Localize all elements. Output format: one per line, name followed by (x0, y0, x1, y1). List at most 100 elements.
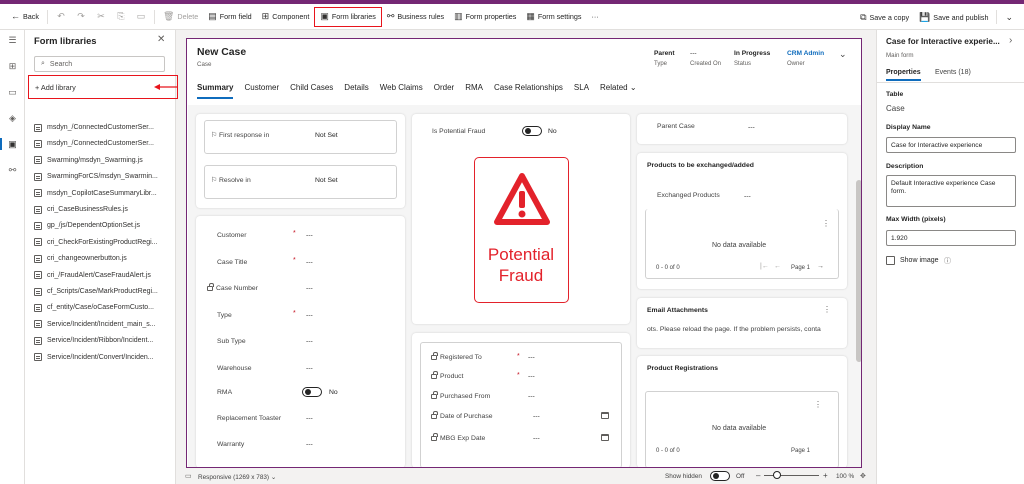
library-item[interactable]: Swarming/msdyn_Swarming.js (34, 154, 166, 167)
table-columns-icon[interactable]: ▭ (6, 86, 19, 99)
library-item[interactable]: msdyn_/ConnectedCustomerSer... (34, 121, 166, 134)
save-copy-button[interactable]: ⧉ Save a copy (855, 7, 914, 27)
customer-value[interactable]: --- (306, 232, 313, 239)
replacement-toaster-value[interactable]: --- (306, 415, 313, 422)
warranty-value[interactable]: --- (306, 441, 313, 448)
description-textarea[interactable]: Default Interactive experience Case form… (886, 175, 1016, 207)
first-page-icon[interactable]: |← (760, 263, 769, 270)
tab-sla[interactable]: SLA (574, 83, 589, 99)
save-publish-button[interactable]: 💾 Save and publish (914, 7, 993, 27)
more-commands-button[interactable]: ··· (586, 7, 603, 27)
case-title-value[interactable]: --- (306, 259, 313, 266)
library-item[interactable]: msdyn_CopilotCaseSummaryLibr... (34, 187, 166, 200)
tab-related[interactable]: Related ⌄ (600, 83, 637, 99)
tab-web-claims[interactable]: Web Claims (380, 83, 423, 99)
header-status[interactable]: In Progress Status (734, 50, 770, 67)
more-options-icon[interactable]: ⋮ (823, 305, 831, 314)
max-width-input[interactable]: 1.920 (886, 230, 1016, 246)
show-hidden-toggle[interactable] (710, 471, 730, 481)
header-created-on[interactable]: --- Created On (690, 50, 721, 67)
cut-button[interactable]: ✂ (91, 7, 111, 27)
chevron-right-icon[interactable]: › (1009, 35, 1012, 46)
form-field-button[interactable]: ▤ Form field (203, 7, 256, 27)
zoom-level: 100 % (836, 473, 855, 480)
library-item[interactable]: cri_/FraudAlert/CaseFraudAlert.js (34, 269, 166, 282)
hamburger-menu-icon[interactable]: ☰ (6, 34, 19, 47)
zoom-in-icon[interactable]: + (823, 471, 828, 480)
show-image-checkbox[interactable] (886, 256, 895, 265)
undo-button[interactable]: ↶ (51, 7, 71, 27)
parent-case-value[interactable]: --- (748, 124, 755, 131)
library-item[interactable]: SwarmingForCS/msdyn_Swarmin... (34, 170, 166, 183)
mbg-exp-date-value[interactable]: --- (533, 435, 540, 442)
purchased-from-value[interactable]: --- (528, 393, 535, 400)
tab-details[interactable]: Details (344, 83, 368, 99)
save-dropdown-button[interactable]: ⌄ (1000, 7, 1018, 27)
library-item[interactable]: Service/Incident/Incident_main_s... (34, 318, 166, 331)
registered-to-value[interactable]: --- (528, 354, 535, 361)
fit-to-screen-icon[interactable]: ✥ (860, 472, 866, 480)
back-button[interactable]: ← Back (6, 7, 44, 27)
component-button[interactable]: ⊞ Component (257, 7, 315, 27)
copy-button[interactable]: ⎘ (111, 7, 131, 27)
case-number-value[interactable]: --- (306, 285, 313, 292)
calendar-icon[interactable] (601, 434, 609, 441)
type-value[interactable]: --- (306, 312, 313, 319)
zoom-slider-thumb[interactable] (773, 471, 781, 479)
display-name-input[interactable]: Case for Interactive experience (886, 137, 1016, 153)
business-rules-button[interactable]: ⚯ Business rules (382, 7, 449, 27)
tab-events[interactable]: Events (18) (935, 69, 971, 81)
library-item[interactable]: msdyn_/ConnectedCustomerSer... (34, 137, 166, 150)
components-icon[interactable]: ⊞ (6, 60, 19, 73)
tab-child-cases[interactable]: Child Cases (290, 83, 333, 99)
tab-rma[interactable]: RMA (465, 83, 483, 99)
info-icon[interactable]: ⓘ (944, 256, 951, 266)
rma-toggle[interactable] (302, 387, 322, 397)
form-properties-button[interactable]: ▥ Form properties (449, 7, 521, 27)
library-item[interactable]: Service/Incident/Convert/Inciden... (34, 351, 166, 364)
file-icon (34, 254, 42, 263)
calendar-icon[interactable] (601, 412, 609, 419)
library-item[interactable]: cri_CaseBusinessRules.js (34, 203, 166, 216)
zoom-out-icon[interactable]: – (756, 471, 760, 480)
tab-summary[interactable]: Summary (197, 83, 234, 99)
business-rules-icon[interactable]: ⚯ (6, 164, 19, 177)
potential-fraud-toggle[interactable] (522, 126, 542, 136)
timer-first-response[interactable]: ⚐ First response in Not Set (204, 120, 397, 154)
sub-type-value[interactable]: --- (306, 338, 313, 345)
library-item[interactable]: cf_entity/Case/oCaseFormCusto... (34, 301, 166, 314)
properties-pane: Case for Interactive experie... › Main f… (876, 30, 1024, 484)
library-item[interactable]: cri_changeownerbutton.js (34, 252, 166, 265)
form-scrollbar[interactable] (856, 180, 861, 362)
tab-case-relationships[interactable]: Case Relationships (494, 83, 563, 99)
tab-customer[interactable]: Customer (244, 83, 279, 99)
library-item[interactable]: cri_CheckForExistingProductRegi... (34, 236, 166, 249)
layers-icon[interactable]: ◈ (6, 112, 19, 125)
exchanged-products-value[interactable]: --- (744, 193, 751, 200)
warehouse-value[interactable]: --- (306, 365, 313, 372)
responsive-size-selector[interactable]: Responsive (1269 x 783) ⌄ (198, 473, 276, 481)
header-parent[interactable]: Parent Type (654, 50, 675, 67)
delete-button[interactable]: 🗑 Delete (158, 7, 203, 27)
tab-order[interactable]: Order (434, 83, 454, 99)
form-settings-button[interactable]: ▦ Form settings (521, 7, 586, 27)
library-item[interactable]: cf_Scripts/Case/MarkProductRegi... (34, 285, 166, 298)
redo-button[interactable]: ↷ (71, 7, 91, 27)
library-item[interactable]: gp_/js/DependentOptionSet.js (34, 219, 166, 232)
tab-properties[interactable]: Properties (886, 69, 921, 81)
close-icon[interactable]: ✕ (157, 34, 165, 45)
library-search-input[interactable]: ⌕ Search (34, 56, 165, 72)
paste-button[interactable]: ▭ (131, 7, 151, 27)
header-owner[interactable]: CRM Admin Owner (787, 50, 824, 67)
more-options-icon[interactable]: ⋮ (822, 219, 830, 228)
library-item[interactable]: Service/Incident/Ribbon/Incident... (34, 334, 166, 347)
next-page-icon[interactable]: → (817, 263, 824, 270)
product-value[interactable]: --- (528, 373, 535, 380)
timer-resolve[interactable]: ⚐ Resolve in Not Set (204, 165, 397, 199)
date-of-purchase-value[interactable]: --- (533, 413, 540, 420)
header-expand-chevron-icon[interactable]: ⌄ (839, 49, 847, 60)
more-options-icon[interactable]: ⋮ (814, 400, 822, 409)
prev-page-icon[interactable]: ← (774, 263, 781, 270)
form-libraries-icon[interactable]: ▣ (6, 138, 19, 151)
form-libraries-button[interactable]: ▣ Form libraries (314, 6, 382, 27)
